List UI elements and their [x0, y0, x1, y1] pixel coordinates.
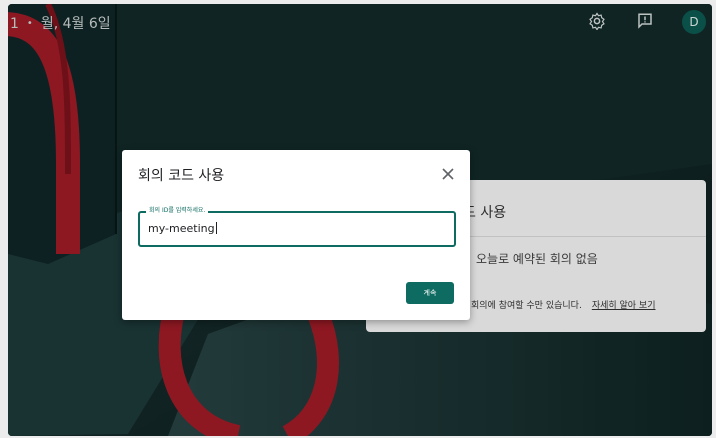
meeting-code-input[interactable]: my-meeting: [148, 222, 217, 235]
meeting-code-value: my-meeting: [148, 222, 215, 235]
meeting-code-dialog: 회의 코드 사용 회의 ID를 입력하세요. my-meeting 계속: [122, 150, 470, 320]
text-caret: [215, 222, 217, 234]
meeting-code-label: 회의 ID를 입력하세요.: [146, 206, 209, 216]
meet-window: 1 • 월, 4월 6일 D 드 사용 오늘로 예약된 회의 없음 회의에 참여할 …: [8, 4, 712, 436]
meeting-code-field[interactable]: 회의 ID를 입력하세요. my-meeting: [138, 206, 456, 247]
dialog-title: 회의 코드 사용: [138, 168, 225, 184]
close-icon[interactable]: [442, 168, 454, 180]
continue-button[interactable]: 계속: [406, 282, 454, 304]
